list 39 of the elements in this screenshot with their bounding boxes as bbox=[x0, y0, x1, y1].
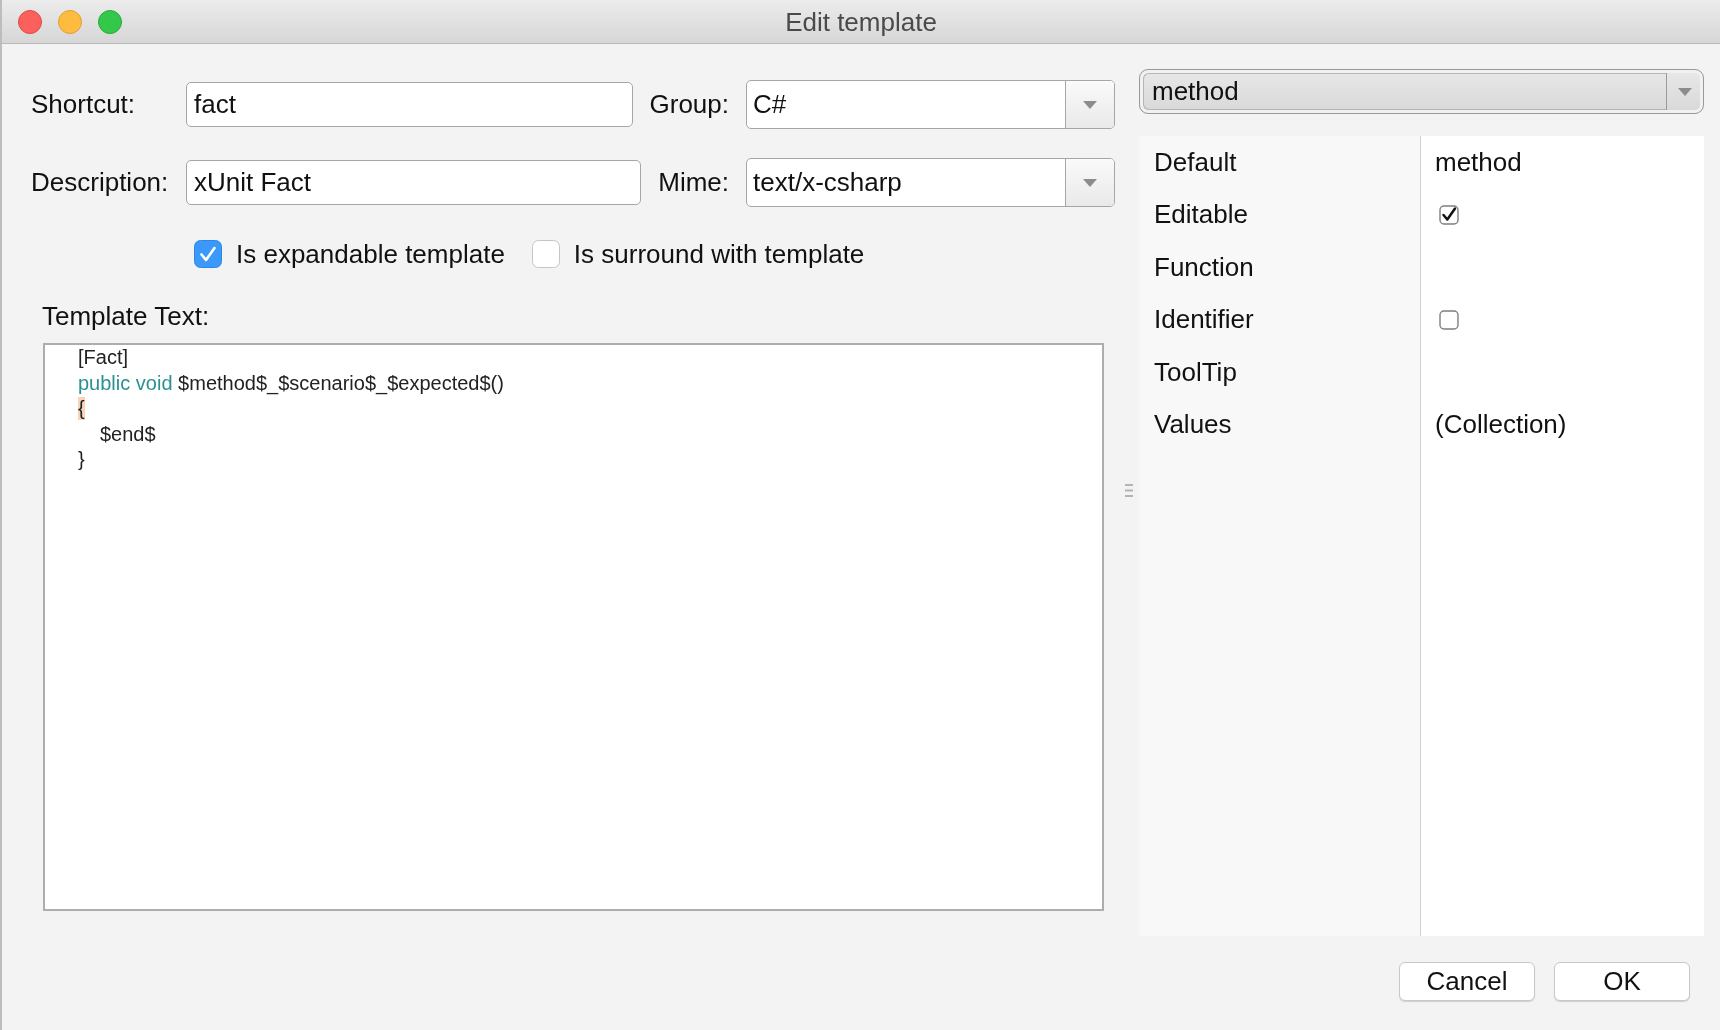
minimize-button[interactable] bbox=[58, 9, 82, 34]
property-value: (Collection) bbox=[1435, 409, 1567, 441]
checkbox[interactable] bbox=[194, 240, 222, 268]
caret-icon bbox=[1678, 87, 1692, 96]
property-name: Default bbox=[1154, 146, 1237, 178]
property-value: method bbox=[1435, 146, 1522, 178]
code-line: [Fact] bbox=[78, 346, 128, 370]
maximize-button[interactable] bbox=[98, 9, 122, 34]
template-text-editor[interactable]: [Fact] public void $method$_$scenario$_$expected$() { $end$ } bbox=[43, 343, 1104, 911]
property-name: Values bbox=[1154, 409, 1232, 441]
variable-dropdown[interactable]: method bbox=[1139, 69, 1704, 114]
close-button[interactable] bbox=[18, 9, 42, 34]
checkbox[interactable] bbox=[1439, 204, 1459, 225]
checkbox-label: Is surround with template bbox=[573, 238, 865, 270]
text-field[interactable]: fact bbox=[186, 82, 633, 127]
checkbox[interactable] bbox=[1439, 309, 1459, 330]
cancel-button[interactable]: Cancel bbox=[1399, 962, 1535, 1001]
code-line: $end$ bbox=[100, 422, 156, 446]
field-label: Group: bbox=[649, 89, 729, 120]
caret-icon bbox=[1083, 100, 1097, 109]
caret-icon bbox=[1083, 178, 1097, 187]
checkbox[interactable] bbox=[531, 240, 560, 268]
section-label: Template Text: bbox=[42, 301, 210, 332]
code-line: } bbox=[78, 448, 85, 472]
code-line: public void $method$_$scenario$_$expected$() bbox=[78, 371, 504, 395]
property-name: Function bbox=[1154, 251, 1254, 283]
ok-button[interactable]: OK bbox=[1554, 962, 1690, 1001]
window-title: Edit template bbox=[785, 6, 937, 38]
combo-box[interactable]: text/x-csharp bbox=[746, 158, 1115, 207]
combo-box[interactable]: C# bbox=[746, 80, 1115, 129]
grip-icon[interactable] bbox=[1125, 483, 1133, 497]
field-label: Mime: bbox=[658, 167, 729, 198]
property-name: Identifier bbox=[1154, 304, 1254, 336]
checkbox-label: Is expandable template bbox=[236, 238, 505, 270]
field-label: Description: bbox=[31, 167, 170, 198]
property-name: ToolTip bbox=[1154, 356, 1237, 388]
field-label: Shortcut: bbox=[31, 89, 137, 120]
property-name: Editable bbox=[1154, 199, 1248, 231]
text-field[interactable]: xUnit Fact bbox=[186, 160, 642, 205]
